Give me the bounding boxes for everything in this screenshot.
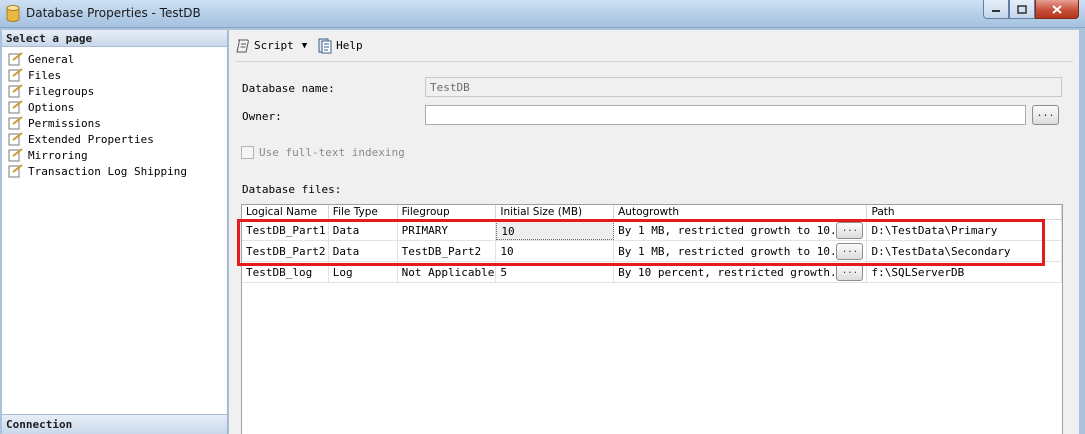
cell-path[interactable]: f:\SQLServerDB [867, 262, 1062, 282]
autogrowth-text: By 1 MB, restricted growth to 10... [618, 224, 850, 237]
title-bar: Database Properties - TestDB [0, 0, 1085, 28]
db-name-label: Database name: [242, 82, 335, 95]
sidebar-item-filegroups[interactable]: Filegroups [2, 83, 227, 99]
minimize-icon [992, 10, 1000, 12]
help-icon [318, 38, 332, 53]
minimize-button[interactable] [983, 0, 1009, 19]
cell-logical-name[interactable]: TestDB_Part2 [242, 241, 329, 261]
database-icon [6, 5, 20, 22]
fulltext-checkbox[interactable]: Use full-text indexing [241, 146, 405, 159]
properties-pane: Script ▼ Help Database name: TestDB Owne… [229, 30, 1079, 434]
script-label: Script [254, 39, 294, 52]
help-button[interactable]: Help [317, 38, 363, 54]
table-row[interactable]: TestDB_log Log Not Applicable 5 By 10 pe… [242, 262, 1062, 283]
page-icon [8, 100, 23, 114]
sidebar-item-label: Files [28, 68, 62, 82]
sidebar-item-label: Transaction Log Shipping [28, 164, 187, 178]
cell-initial-size[interactable]: 10 [496, 241, 615, 261]
page-icon [8, 84, 23, 98]
sidebar-item-label: Mirroring [28, 148, 88, 162]
connection-header: Connection [2, 414, 227, 434]
script-button[interactable]: Script ▼ [235, 38, 307, 54]
page-icon [8, 68, 23, 82]
column-header[interactable]: Filegroup [398, 205, 497, 219]
page-icon [8, 116, 23, 130]
cell-autogrowth[interactable]: By 10 percent, restricted growth... ... [614, 262, 868, 282]
sidebar-item-label: Extended Properties [28, 132, 154, 146]
sidebar-item-label: Filegroups [28, 84, 95, 98]
close-button[interactable] [1035, 0, 1079, 19]
cell-filegroup[interactable]: TestDB_Part2 [398, 241, 497, 261]
sidebar-item-label: General [28, 52, 75, 66]
column-header[interactable]: File Type [329, 205, 398, 219]
column-header[interactable]: Initial Size (MB) [496, 205, 615, 219]
cell-initial-size[interactable]: 5 [496, 262, 615, 282]
cell-autogrowth[interactable]: By 1 MB, restricted growth to 10... ... [614, 241, 868, 261]
table-row[interactable]: TestDB_Part1 Data PRIMARY 10 By 1 MB, re… [242, 220, 1062, 241]
page-icon [8, 52, 23, 66]
grid-header: Logical Name File Type Filegroup Initial… [242, 205, 1062, 220]
general-form: Database name: TestDB Owner: ... Use ful… [229, 66, 1079, 434]
toolbar-divider [235, 61, 1073, 62]
db-files-label: Database files: [242, 183, 342, 196]
column-header[interactable]: Logical Name [242, 205, 329, 219]
close-icon [1052, 4, 1062, 14]
cell-autogrowth[interactable]: By 1 MB, restricted growth to 10... ... [614, 220, 868, 240]
sidebar-item-files[interactable]: Files [2, 67, 227, 83]
page-selector-pane: Select a page General Files Filegroups O… [2, 30, 228, 434]
sidebar-item-permissions[interactable]: Permissions [2, 115, 227, 131]
sidebar-item-general[interactable]: General [2, 51, 227, 67]
page-icon [8, 148, 23, 162]
maximize-button[interactable] [1009, 0, 1035, 19]
cell-filegroup[interactable]: Not Applicable [398, 262, 497, 282]
database-files-grid: Logical Name File Type Filegroup Initial… [241, 204, 1063, 434]
browse-owner-button[interactable]: ... [1032, 105, 1059, 125]
autogrowth-text: By 1 MB, restricted growth to 10... [618, 245, 850, 258]
cell-logical-name[interactable]: TestDB_Part1 [242, 220, 329, 240]
maximize-icon [1017, 4, 1027, 14]
cell-path[interactable]: D:\TestData\Primary [867, 220, 1062, 240]
fulltext-label: Use full-text indexing [259, 146, 405, 159]
chevron-down-icon[interactable]: ▼ [302, 41, 307, 51]
select-page-header: Select a page [2, 30, 227, 47]
toolbar: Script ▼ Help [229, 30, 1079, 61]
page-list: General Files Filegroups Options Permiss… [2, 47, 227, 179]
sidebar-item-label: Options [28, 100, 75, 114]
owner-input[interactable] [425, 105, 1026, 125]
page-icon [8, 132, 23, 146]
sidebar-item-extended-properties[interactable]: Extended Properties [2, 131, 227, 147]
db-name-field: TestDB [425, 77, 1062, 97]
table-row[interactable]: TestDB_Part2 Data TestDB_Part2 10 By 1 M… [242, 241, 1062, 262]
window-title: Database Properties - TestDB [26, 6, 201, 20]
sidebar-item-label: Permissions [28, 116, 101, 130]
cell-filegroup[interactable]: PRIMARY [398, 220, 497, 240]
sidebar-item-transaction-log-shipping[interactable]: Transaction Log Shipping [2, 163, 227, 179]
column-header[interactable]: Autogrowth [614, 205, 868, 219]
autogrowth-edit-button[interactable]: ... [836, 222, 864, 239]
cell-initial-size[interactable]: 10 [496, 220, 615, 240]
autogrowth-text: By 10 percent, restricted growth... [618, 266, 850, 279]
help-label: Help [336, 39, 363, 52]
autogrowth-edit-button[interactable]: ... [836, 264, 864, 281]
cell-file-type[interactable]: Data [329, 220, 398, 240]
script-icon [236, 39, 249, 52]
cell-file-type[interactable]: Log [329, 262, 398, 282]
column-header[interactable]: Path [867, 205, 1062, 219]
cell-file-type[interactable]: Data [329, 241, 398, 261]
checkbox-box[interactable] [241, 146, 254, 159]
cell-path[interactable]: D:\TestData\Secondary [867, 241, 1062, 261]
sidebar-item-mirroring[interactable]: Mirroring [2, 147, 227, 163]
autogrowth-edit-button[interactable]: ... [836, 243, 864, 260]
owner-label: Owner: [242, 110, 282, 123]
sidebar-item-options[interactable]: Options [2, 99, 227, 115]
cell-logical-name[interactable]: TestDB_log [242, 262, 329, 282]
page-icon [8, 164, 23, 178]
